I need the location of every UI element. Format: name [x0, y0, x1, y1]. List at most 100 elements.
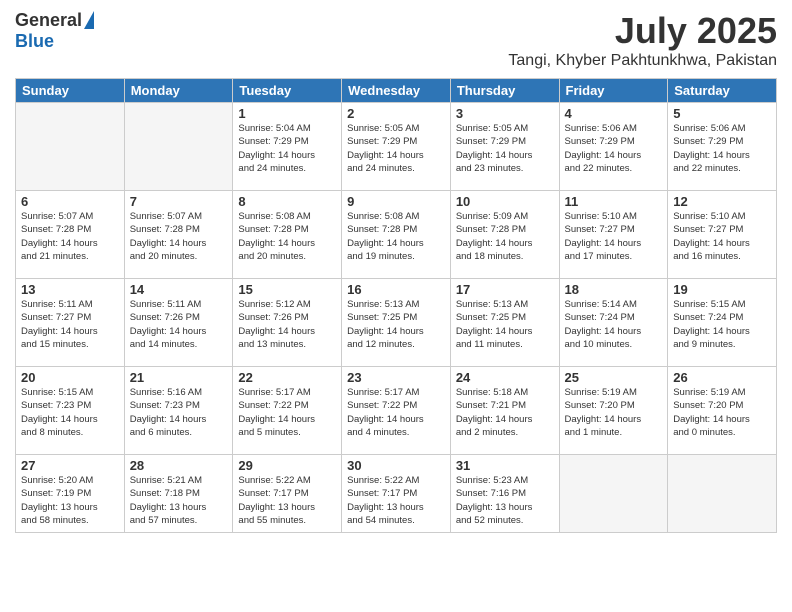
- col-wednesday: Wednesday: [342, 79, 451, 103]
- day-info: Sunrise: 5:20 AM Sunset: 7:19 PM Dayligh…: [21, 474, 119, 527]
- day-number: 13: [21, 282, 119, 297]
- table-row: 20Sunrise: 5:15 AM Sunset: 7:23 PM Dayli…: [16, 367, 125, 455]
- day-info: Sunrise: 5:22 AM Sunset: 7:17 PM Dayligh…: [347, 474, 445, 527]
- logo: General Blue: [15, 10, 94, 52]
- day-number: 27: [21, 458, 119, 473]
- day-number: 17: [456, 282, 554, 297]
- table-row: 2Sunrise: 5:05 AM Sunset: 7:29 PM Daylig…: [342, 103, 451, 191]
- table-row: 15Sunrise: 5:12 AM Sunset: 7:26 PM Dayli…: [233, 279, 342, 367]
- table-row: 21Sunrise: 5:16 AM Sunset: 7:23 PM Dayli…: [124, 367, 233, 455]
- calendar-week-row: 1Sunrise: 5:04 AM Sunset: 7:29 PM Daylig…: [16, 103, 777, 191]
- day-info: Sunrise: 5:13 AM Sunset: 7:25 PM Dayligh…: [456, 298, 554, 351]
- table-row: 12Sunrise: 5:10 AM Sunset: 7:27 PM Dayli…: [668, 191, 777, 279]
- day-number: 25: [565, 370, 663, 385]
- day-number: 28: [130, 458, 228, 473]
- day-number: 31: [456, 458, 554, 473]
- table-row: 30Sunrise: 5:22 AM Sunset: 7:17 PM Dayli…: [342, 455, 451, 533]
- table-row: [124, 103, 233, 191]
- day-info: Sunrise: 5:17 AM Sunset: 7:22 PM Dayligh…: [238, 386, 336, 439]
- day-number: 2: [347, 106, 445, 121]
- day-number: 24: [456, 370, 554, 385]
- table-row: 19Sunrise: 5:15 AM Sunset: 7:24 PM Dayli…: [668, 279, 777, 367]
- day-info: Sunrise: 5:22 AM Sunset: 7:17 PM Dayligh…: [238, 474, 336, 527]
- table-row: 25Sunrise: 5:19 AM Sunset: 7:20 PM Dayli…: [559, 367, 668, 455]
- day-info: Sunrise: 5:19 AM Sunset: 7:20 PM Dayligh…: [673, 386, 771, 439]
- day-info: Sunrise: 5:05 AM Sunset: 7:29 PM Dayligh…: [456, 122, 554, 175]
- table-row: 16Sunrise: 5:13 AM Sunset: 7:25 PM Dayli…: [342, 279, 451, 367]
- table-row: 1Sunrise: 5:04 AM Sunset: 7:29 PM Daylig…: [233, 103, 342, 191]
- day-number: 30: [347, 458, 445, 473]
- title-block: July 2025 Tangi, Khyber Pakhtunkhwa, Pak…: [508, 10, 777, 70]
- table-row: 28Sunrise: 5:21 AM Sunset: 7:18 PM Dayli…: [124, 455, 233, 533]
- table-row: 8Sunrise: 5:08 AM Sunset: 7:28 PM Daylig…: [233, 191, 342, 279]
- day-number: 29: [238, 458, 336, 473]
- table-row: 7Sunrise: 5:07 AM Sunset: 7:28 PM Daylig…: [124, 191, 233, 279]
- day-info: Sunrise: 5:15 AM Sunset: 7:24 PM Dayligh…: [673, 298, 771, 351]
- calendar-week-row: 13Sunrise: 5:11 AM Sunset: 7:27 PM Dayli…: [16, 279, 777, 367]
- day-info: Sunrise: 5:15 AM Sunset: 7:23 PM Dayligh…: [21, 386, 119, 439]
- calendar-location: Tangi, Khyber Pakhtunkhwa, Pakistan: [508, 52, 777, 70]
- table-row: 31Sunrise: 5:23 AM Sunset: 7:16 PM Dayli…: [450, 455, 559, 533]
- day-info: Sunrise: 5:14 AM Sunset: 7:24 PM Dayligh…: [565, 298, 663, 351]
- table-row: 18Sunrise: 5:14 AM Sunset: 7:24 PM Dayli…: [559, 279, 668, 367]
- table-row: [559, 455, 668, 533]
- day-number: 20: [21, 370, 119, 385]
- day-info: Sunrise: 5:08 AM Sunset: 7:28 PM Dayligh…: [347, 210, 445, 263]
- day-info: Sunrise: 5:17 AM Sunset: 7:22 PM Dayligh…: [347, 386, 445, 439]
- day-number: 1: [238, 106, 336, 121]
- day-number: 21: [130, 370, 228, 385]
- day-info: Sunrise: 5:09 AM Sunset: 7:28 PM Dayligh…: [456, 210, 554, 263]
- day-info: Sunrise: 5:04 AM Sunset: 7:29 PM Dayligh…: [238, 122, 336, 175]
- day-info: Sunrise: 5:10 AM Sunset: 7:27 PM Dayligh…: [565, 210, 663, 263]
- day-number: 7: [130, 194, 228, 209]
- table-row: 24Sunrise: 5:18 AM Sunset: 7:21 PM Dayli…: [450, 367, 559, 455]
- day-number: 11: [565, 194, 663, 209]
- day-info: Sunrise: 5:06 AM Sunset: 7:29 PM Dayligh…: [673, 122, 771, 175]
- table-row: 22Sunrise: 5:17 AM Sunset: 7:22 PM Dayli…: [233, 367, 342, 455]
- calendar-week-row: 6 Sunrise: 5:07 AM Sunset: 7:28 PM Daylig…: [16, 191, 777, 279]
- page-header: General Blue July 2025 Tangi, Khyber Pak…: [15, 10, 777, 70]
- table-row: 17Sunrise: 5:13 AM Sunset: 7:25 PM Dayli…: [450, 279, 559, 367]
- table-row: 11Sunrise: 5:10 AM Sunset: 7:27 PM Dayli…: [559, 191, 668, 279]
- day-info: Sunrise: 5:16 AM Sunset: 7:23 PM Dayligh…: [130, 386, 228, 439]
- day-info: Sunrise: 5:18 AM Sunset: 7:21 PM Dayligh…: [456, 386, 554, 439]
- day-info: Sunrise: 5:07 AM Sunset: 7:28 PM Dayligh…: [130, 210, 228, 263]
- day-number: 18: [565, 282, 663, 297]
- day-number: 16: [347, 282, 445, 297]
- day-info: Sunrise: 5:23 AM Sunset: 7:16 PM Dayligh…: [456, 474, 554, 527]
- col-monday: Monday: [124, 79, 233, 103]
- table-row: 26Sunrise: 5:19 AM Sunset: 7:20 PM Dayli…: [668, 367, 777, 455]
- table-row: 13Sunrise: 5:11 AM Sunset: 7:27 PM Dayli…: [16, 279, 125, 367]
- day-info: Sunrise: 5:06 AM Sunset: 7:29 PM Dayligh…: [565, 122, 663, 175]
- col-thursday: Thursday: [450, 79, 559, 103]
- day-number: 23: [347, 370, 445, 385]
- table-row: 23Sunrise: 5:17 AM Sunset: 7:22 PM Dayli…: [342, 367, 451, 455]
- table-row: 6Sunrise: 5:07 AM Sunset: 7:28 PM Daylig…: [16, 191, 125, 279]
- day-number: 10: [456, 194, 554, 209]
- day-number: 15: [238, 282, 336, 297]
- table-row: 10Sunrise: 5:09 AM Sunset: 7:28 PM Dayli…: [450, 191, 559, 279]
- logo-general: General: [15, 10, 82, 31]
- day-number: 3: [456, 106, 554, 121]
- day-number: 6: [21, 194, 119, 209]
- day-info: Sunrise: 5:08 AM Sunset: 7:28 PM Dayligh…: [238, 210, 336, 263]
- table-row: 27Sunrise: 5:20 AM Sunset: 7:19 PM Dayli…: [16, 455, 125, 533]
- table-row: 29Sunrise: 5:22 AM Sunset: 7:17 PM Dayli…: [233, 455, 342, 533]
- day-info: Sunrise: 5:19 AM Sunset: 7:20 PM Dayligh…: [565, 386, 663, 439]
- calendar-title: July 2025: [508, 10, 777, 52]
- col-friday: Friday: [559, 79, 668, 103]
- day-number: 19: [673, 282, 771, 297]
- day-info: Sunrise: 5:11 AM Sunset: 7:26 PM Dayligh…: [130, 298, 228, 351]
- day-number: 9: [347, 194, 445, 209]
- table-row: [16, 103, 125, 191]
- calendar-header-row: Sunday Monday Tuesday Wednesday Thursday…: [16, 79, 777, 103]
- day-info: Sunrise: 5:21 AM Sunset: 7:18 PM Dayligh…: [130, 474, 228, 527]
- day-number: 14: [130, 282, 228, 297]
- day-info: Sunrise: 5:11 AM Sunset: 7:27 PM Dayligh…: [21, 298, 119, 351]
- day-info: Sunrise: 5:12 AM Sunset: 7:26 PM Dayligh…: [238, 298, 336, 351]
- calendar-table: Sunday Monday Tuesday Wednesday Thursday…: [15, 78, 777, 533]
- calendar-week-row: 20Sunrise: 5:15 AM Sunset: 7:23 PM Dayli…: [16, 367, 777, 455]
- day-info: Sunrise: 5:05 AM Sunset: 7:29 PM Dayligh…: [347, 122, 445, 175]
- day-number: 12: [673, 194, 771, 209]
- table-row: 14Sunrise: 5:11 AM Sunset: 7:26 PM Dayli…: [124, 279, 233, 367]
